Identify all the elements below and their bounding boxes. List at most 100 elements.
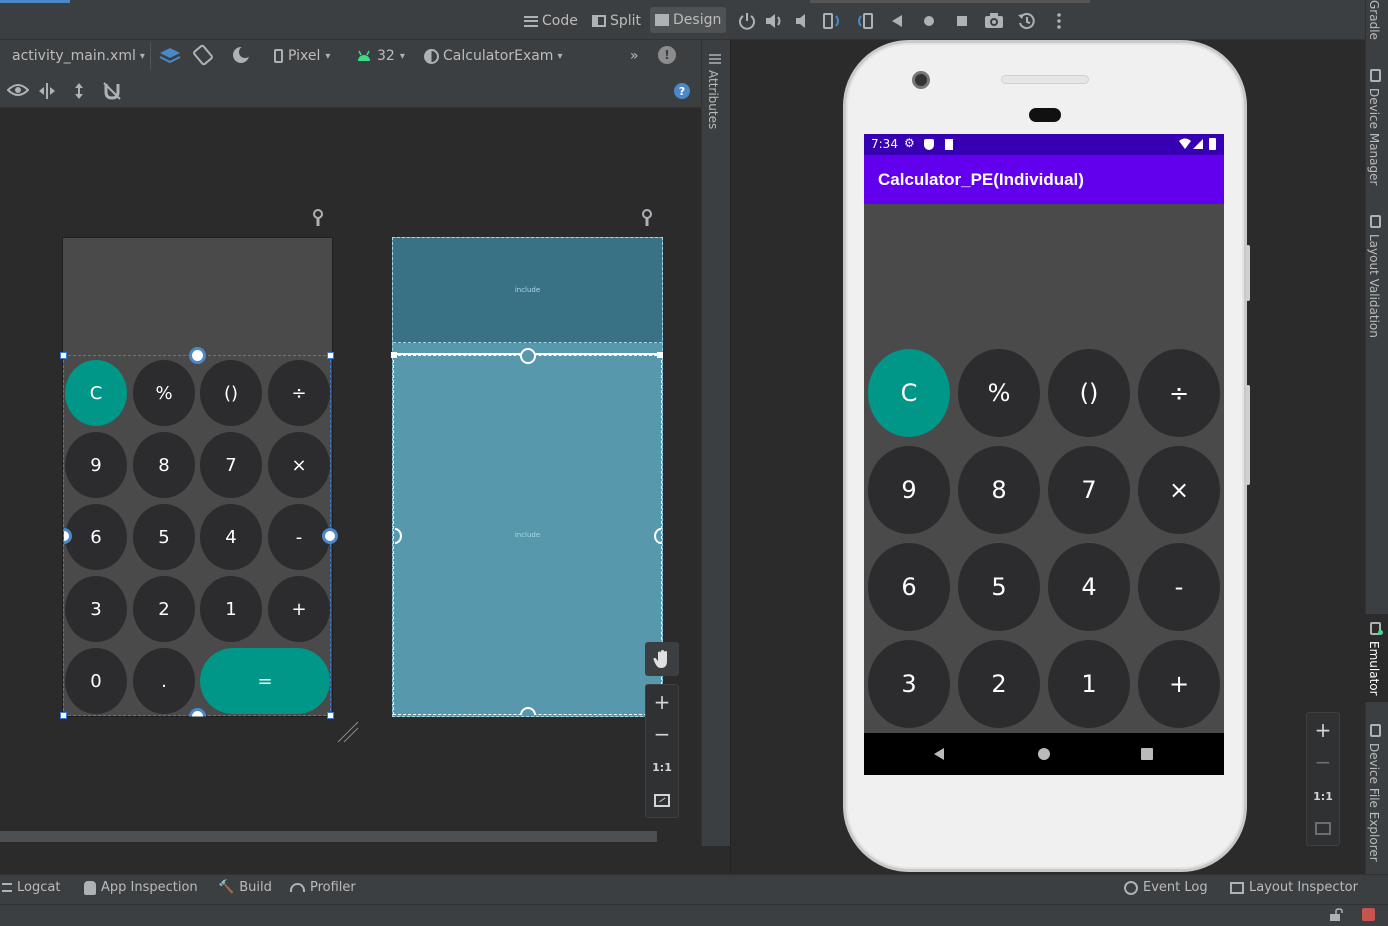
code-mode-button[interactable]: Code — [524, 10, 578, 32]
split-mode-button[interactable]: Split — [592, 10, 641, 32]
layout-validation-tab[interactable]: Layout Validation — [1367, 234, 1381, 338]
more-vertical-icon[interactable] — [1056, 12, 1062, 30]
help-button[interactable]: ? — [674, 83, 690, 99]
emulator-zoom-in-button[interactable]: + — [1306, 716, 1340, 744]
logcat-tab[interactable]: Logcat — [2, 880, 60, 895]
event-log-tab[interactable]: Event Log — [1124, 880, 1208, 895]
calc-divide-button[interactable]: ÷ — [268, 360, 330, 426]
calc-digit-8-button[interactable]: 8 — [133, 432, 195, 498]
calc-digit-8-button[interactable]: 8 — [958, 446, 1040, 534]
nav-home-icon[interactable] — [1037, 747, 1051, 761]
wrench-icon[interactable] — [641, 209, 653, 227]
zoom-one-to-one-button[interactable]: 1:1 — [645, 754, 679, 780]
calc-digit-2-button[interactable]: 2 — [133, 576, 195, 642]
emulator-one-to-one-button[interactable]: 1:1 — [1306, 783, 1340, 809]
overview-icon[interactable] — [955, 14, 969, 28]
calc-multiply-button[interactable]: × — [1138, 446, 1220, 534]
horizontal-scrollbar[interactable] — [0, 831, 657, 842]
calc-parentheses-button[interactable]: () — [200, 360, 262, 426]
selection-handle[interactable] — [327, 352, 334, 359]
nav-recents-icon[interactable] — [1140, 747, 1154, 761]
calc-decimal-button[interactable]: . — [133, 648, 195, 714]
power-icon[interactable] — [738, 12, 756, 30]
calc-digit-3-button[interactable]: 3 — [65, 576, 127, 642]
home-icon[interactable] — [922, 14, 936, 28]
unlock-icon[interactable] — [1329, 908, 1343, 922]
emulator-fit-button[interactable] — [1306, 815, 1340, 841]
calc-parentheses-button[interactable]: () — [1048, 349, 1130, 437]
theme-selector[interactable]: CalculatorExam ▾ — [424, 46, 562, 66]
calc-digit-3-button[interactable]: 3 — [868, 640, 950, 728]
calc-minus-button[interactable]: - — [1138, 543, 1220, 631]
zoom-to-fit-button[interactable] — [645, 787, 679, 813]
calc-digit-4-button[interactable]: 4 — [1048, 543, 1130, 631]
back-icon[interactable] — [890, 14, 904, 28]
layout-inspector-tab[interactable]: Layout Inspector — [1230, 880, 1358, 895]
calc-digit-1-button[interactable]: 1 — [200, 576, 262, 642]
calc-percent-button[interactable]: % — [958, 349, 1040, 437]
wrench-icon[interactable] — [312, 209, 324, 227]
nav-back-icon[interactable] — [932, 747, 946, 761]
calc-digit-6-button[interactable]: 6 — [868, 543, 950, 631]
calc-digit-6-button[interactable]: 6 — [65, 504, 127, 570]
resize-handle-icon[interactable] — [336, 720, 360, 744]
gradle-tab[interactable]: Gradle — [1367, 0, 1381, 40]
blueprint-anchor[interactable] — [520, 348, 536, 364]
rotate-left-icon[interactable] — [822, 12, 842, 30]
selection-handle[interactable] — [60, 712, 67, 719]
calc-digit-5-button[interactable]: 5 — [958, 543, 1040, 631]
selection-handle[interactable] — [657, 352, 663, 358]
disable-autoconnect-button[interactable] — [102, 82, 122, 104]
device-selector[interactable]: Pixel ▾ — [274, 46, 330, 66]
selection-handle[interactable] — [60, 352, 67, 359]
calc-minus-button[interactable]: - — [268, 504, 330, 570]
pan-vertical-button[interactable] — [70, 82, 88, 104]
calc-digit-0-button[interactable]: 0 — [65, 648, 127, 714]
calc-percent-button[interactable]: % — [133, 360, 195, 426]
build-tab[interactable]: 🔨 Build — [218, 880, 272, 895]
calc-digit-7-button[interactable]: 7 — [1048, 446, 1130, 534]
calc-plus-button[interactable]: + — [1138, 640, 1220, 728]
design-mode-button[interactable]: Design — [650, 7, 726, 33]
calc-multiply-button[interactable]: × — [268, 432, 330, 498]
volume-up-icon[interactable] — [765, 12, 785, 30]
pan-horizontal-button[interactable] — [38, 82, 56, 104]
layers-toggle[interactable] — [150, 42, 186, 70]
volume-down-icon[interactable] — [795, 12, 811, 30]
file-selector[interactable]: activity_main.xml ▾ — [12, 46, 145, 66]
zoom-out-button[interactable]: − — [645, 720, 679, 748]
api-level-selector[interactable]: 32 ▾ — [356, 46, 405, 66]
view-options-button[interactable] — [6, 82, 30, 102]
calc-digit-9-button[interactable]: 9 — [868, 446, 950, 534]
constraint-anchor[interactable] — [189, 347, 206, 364]
attributes-tab[interactable]: Attributes — [706, 70, 720, 129]
emulator-zoom-out-button[interactable]: − — [1306, 748, 1340, 776]
calc-clear-button[interactable]: C — [868, 349, 950, 437]
calc-digit-2-button[interactable]: 2 — [958, 640, 1040, 728]
more-actions-button[interactable]: » — [630, 45, 639, 64]
error-indicator-icon[interactable] — [1362, 908, 1375, 921]
snapshot-icon[interactable] — [1017, 11, 1037, 31]
issues-indicator[interactable]: ! — [658, 46, 676, 64]
emulator-screen[interactable]: 7:34 ⚙ Calculator_PE(Individual) C% () ÷ 9 8… — [864, 134, 1224, 775]
selection-handle[interactable] — [327, 712, 334, 719]
calc-clear-button[interactable]: C — [65, 360, 127, 426]
calc-digit-1-button[interactable]: 1 — [1048, 640, 1130, 728]
calc-plus-button[interactable]: + — [268, 576, 330, 642]
device-file-explorer-tab[interactable]: Device File Explorer — [1367, 743, 1381, 862]
camera-icon[interactable] — [984, 12, 1004, 30]
rotate-right-icon[interactable] — [855, 12, 875, 30]
calc-equals-button[interactable]: = — [200, 648, 330, 714]
selection-handle[interactable] — [391, 352, 397, 358]
calc-digit-9-button[interactable]: 9 — [65, 432, 127, 498]
zoom-in-button[interactable]: + — [645, 688, 679, 716]
emulator-tab[interactable]: Emulator — [1367, 641, 1381, 696]
app-inspection-tab[interactable]: App Inspection — [84, 880, 198, 895]
calc-divide-button[interactable]: ÷ — [1138, 349, 1220, 437]
device-manager-tab[interactable]: Device Manager — [1367, 88, 1381, 185]
blueprint-include-top[interactable]: include — [393, 238, 662, 343]
night-mode-toggle[interactable] — [230, 44, 260, 68]
calc-digit-4-button[interactable]: 4 — [200, 504, 262, 570]
pan-tool-button[interactable] — [645, 642, 679, 676]
blueprint-include-bottom[interactable]: include — [393, 355, 662, 715]
